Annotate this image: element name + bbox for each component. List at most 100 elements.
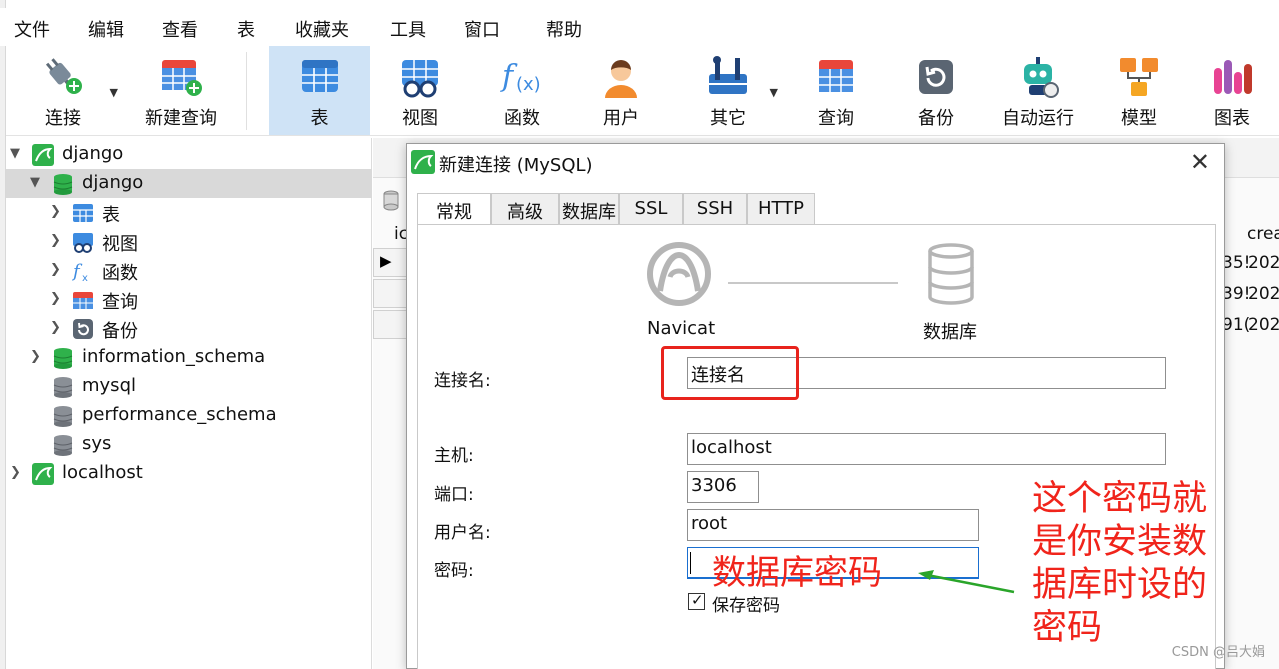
toolbar-user-button[interactable]: 用户	[576, 46, 666, 135]
query-icon	[819, 60, 853, 92]
menu-view[interactable]: 查看	[162, 16, 198, 42]
toolbar-backup-button[interactable]: 备份	[892, 46, 980, 135]
tab-advanced[interactable]: 高级	[491, 193, 559, 224]
menu-favorites[interactable]: 收藏夹	[295, 16, 349, 42]
new-query-icon	[162, 60, 202, 96]
menu-window[interactable]: 窗口	[464, 16, 500, 42]
menu-tools[interactable]: 工具	[390, 16, 426, 42]
toolbar-query-button[interactable]: 查询	[790, 46, 882, 135]
mysql-connection-icon	[32, 463, 54, 485]
username-input[interactable]: root	[687, 509, 979, 541]
tree-database-mysql[interactable]: mysql	[6, 372, 372, 401]
tree-node-label: 查询	[102, 292, 138, 313]
tab-database[interactable]: 数据库	[559, 193, 619, 224]
tree-node-label: sys	[82, 433, 112, 454]
menu-file[interactable]: 文件	[14, 16, 50, 42]
toolbar-function-label: 函数	[504, 108, 540, 129]
table-cell[interactable]: 202	[1248, 315, 1279, 335]
tree-functions[interactable]: ❯ fx 函数	[6, 256, 372, 285]
column-header-created[interactable]: crea	[1247, 224, 1279, 244]
view-icon	[402, 60, 438, 98]
row-selector[interactable]	[373, 310, 407, 339]
tab-http[interactable]: HTTP	[747, 193, 815, 224]
database-inactive-icon	[53, 406, 73, 427]
tree-database-performance-schema[interactable]: performance_schema	[6, 401, 372, 430]
query-icon	[73, 292, 93, 309]
chevron-right-icon[interactable]: ❯	[50, 320, 61, 335]
tree-connection-django[interactable]: ▼ django	[6, 140, 372, 169]
menu-table[interactable]: 表	[237, 16, 255, 42]
toolbar-separator	[246, 52, 247, 130]
chevron-right-icon[interactable]: ❯	[50, 291, 61, 306]
tree-database-django[interactable]: ▼ django	[6, 169, 372, 198]
database-small-icon	[383, 190, 399, 211]
host-input[interactable]: localhost	[687, 433, 1166, 465]
row-pointer-icon: ▶	[380, 252, 392, 270]
menu-help[interactable]: 帮助	[546, 16, 582, 42]
tree-connection-localhost[interactable]: ❯ localhost	[6, 459, 372, 488]
connection-line	[728, 282, 898, 284]
tree-tables[interactable]: ❯ 表	[6, 198, 372, 227]
tree-backups[interactable]: ❯ 备份	[6, 314, 372, 343]
tab-ssh[interactable]: SSH	[683, 193, 747, 224]
table-cell[interactable]: 35!	[1222, 253, 1250, 273]
toolbar-new-query-button[interactable]: 新建查询	[126, 46, 236, 135]
svg-text:(x): (x)	[516, 74, 541, 95]
toolbar-view-button[interactable]: 视图	[374, 46, 466, 135]
toolbar-model-button[interactable]: 模型	[1096, 46, 1182, 135]
backup-icon	[919, 60, 953, 94]
menu-edit[interactable]: 编辑	[88, 16, 124, 42]
toolbar-query-label: 查询	[818, 108, 854, 129]
row-selector[interactable]	[373, 279, 407, 308]
chevron-down-icon[interactable]: ▼	[30, 175, 40, 190]
chevron-right-icon[interactable]: ❯	[30, 349, 41, 364]
toolbar-chart-button[interactable]: 图表	[1192, 46, 1272, 135]
chevron-down-icon[interactable]: ▼	[10, 146, 20, 161]
connection-name-label: 连接名:	[434, 371, 491, 391]
toolbar-table-button[interactable]: 表	[269, 46, 370, 135]
toolbar-automation-label: 自动运行	[1002, 108, 1074, 129]
tree-node-label: django	[82, 172, 144, 193]
tree-queries[interactable]: ❯ 查询	[6, 285, 372, 314]
database-active-icon	[53, 348, 73, 369]
navigation-tree: ▼ django ▼ django ❯ 表 ❯ 视图 ❯ fx 函数 ❯ 查询 …	[6, 138, 372, 669]
tree-database-information-schema[interactable]: ❯ information_schema	[6, 343, 372, 372]
checkmark-icon: ✓	[691, 591, 704, 609]
table-cell[interactable]: 39!	[1222, 284, 1250, 304]
table-icon	[301, 60, 338, 92]
plug-connect-icon	[45, 58, 82, 94]
chevron-down-icon[interactable]: ▼	[110, 86, 118, 99]
database-active-icon	[53, 174, 73, 195]
main-toolbar: 连接 ▼ 新建查询 表 视图 f (x) 函数 用户 其它 ▼ 查询 备份 自动…	[6, 46, 1279, 136]
chevron-right-icon[interactable]: ❯	[50, 262, 61, 277]
toolbar-connect-button[interactable]: 连接 ▼	[18, 46, 118, 135]
save-password-checkbox[interactable]: ✓	[688, 591, 705, 610]
text-cursor	[690, 552, 691, 574]
toolbar-automation-button[interactable]: 自动运行	[990, 46, 1086, 135]
toolbar-connect-label: 连接	[45, 108, 81, 129]
note-line: 这个密码就	[1032, 479, 1208, 519]
port-input[interactable]: 3306	[687, 471, 759, 503]
row-selector[interactable]: ▶	[373, 248, 407, 277]
tree-views[interactable]: ❯ 视图	[6, 227, 372, 256]
tab-general[interactable]: 常规	[417, 193, 491, 226]
toolbar-other-button[interactable]: 其它 ▼	[688, 46, 778, 135]
chevron-right-icon[interactable]: ❯	[10, 465, 21, 480]
toolbar-function-button[interactable]: f (x) 函数	[476, 46, 568, 135]
toolbar-view-label: 视图	[402, 108, 438, 129]
chart-icon	[1214, 60, 1252, 94]
close-icon[interactable]: ✕	[1190, 148, 1210, 176]
table-cell[interactable]: 202	[1248, 284, 1279, 304]
tree-database-sys[interactable]: sys	[6, 430, 372, 459]
database-label: 数据库	[923, 322, 977, 343]
mysql-connection-icon	[32, 144, 54, 166]
dialog-title-bar[interactable]: 新建连接 (MySQL) ✕	[407, 144, 1224, 180]
chevron-down-icon[interactable]: ▼	[770, 86, 778, 99]
chevron-right-icon[interactable]: ❯	[50, 233, 61, 248]
table-cell[interactable]: 202	[1248, 253, 1279, 273]
table-cell[interactable]: 91(	[1222, 315, 1250, 335]
database-inactive-icon	[53, 377, 73, 398]
arrow-annotation-icon	[918, 570, 1015, 594]
tab-ssl[interactable]: SSL	[619, 193, 683, 224]
chevron-right-icon[interactable]: ❯	[50, 204, 61, 219]
